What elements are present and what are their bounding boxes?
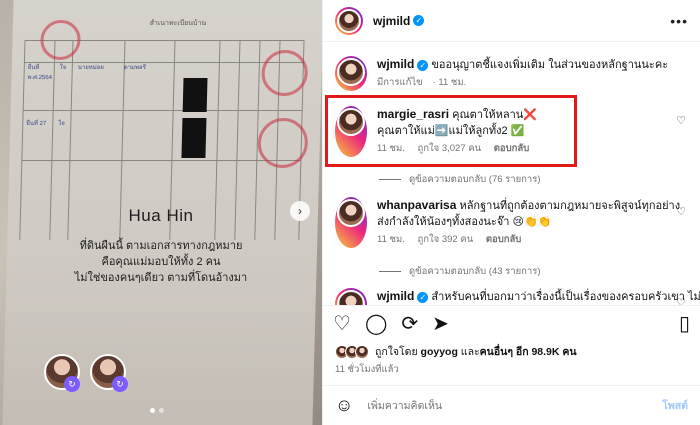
repost-badge-icon: ↻ [64, 376, 80, 392]
view-replies-button[interactable]: ดูข้อความตอบกลับ (43 รายการ) [379, 264, 541, 279]
emoji-icon[interactable]: ☺ [335, 395, 353, 416]
overlay-title: Hua Hin [128, 206, 194, 225]
comment-text: ขออนุญาตชี้แจงเพิ่มเติม ในส่วนของหลักฐาน… [431, 59, 669, 71]
comment-composer: ☺ เพิ่มความคิดเห็น โพสต์ [323, 385, 700, 425]
likes-summary[interactable]: ถูกใจโดย goyyog และ คนอื่นๆ อีก 98.9K คน [335, 343, 688, 360]
more-options-icon[interactable]: ••• [670, 13, 688, 29]
next-slide-button[interactable]: › [290, 201, 310, 221]
heart-icon[interactable]: ♡ [676, 205, 686, 218]
author-username[interactable]: wjmild [373, 14, 410, 28]
commenter-username[interactable]: wjmild [377, 289, 414, 303]
highlight-box [325, 95, 577, 167]
comment-time: 11 ชม. [377, 234, 405, 245]
heart-icon[interactable]: ♡ [676, 114, 686, 127]
verified-badge-icon: ✓ [413, 15, 425, 26]
view-replies-button[interactable]: ดูข้อความตอบกลับ (76 รายการ) [379, 172, 541, 187]
liker-name[interactable]: goyyog [421, 346, 458, 358]
post-button[interactable]: โพสต์ [662, 397, 688, 414]
commenter-avatar[interactable] [335, 197, 367, 248]
handwriting-5: ตามพลรี [123, 65, 146, 71]
comment-item: whanpavarisa หลักฐานที่ถูกต้องตามกฎหมายจ… [335, 197, 688, 248]
bookmark-icon[interactable]: ▯ [679, 314, 690, 334]
comment-text: สำหรับคนที่บอกมาว่าเรื่องนี้เป็นเรื่องขอ… [431, 291, 700, 303]
handwriting-7: ใจ [58, 121, 65, 127]
post-photo[interactable]: สำเนาทะเบียนบ้าน ยื่นที่ พ.ศ.2564 ใจ นาย… [0, 0, 322, 425]
chevron-right-icon: › [298, 204, 302, 218]
verified-badge-icon: ✓ [417, 291, 429, 303]
post-panel: wjmild ✓ ••• wjmild ✓ ขออนุญาตชี้แจงเพิ่ม… [322, 0, 700, 425]
handwriting-4: นายหม่อย [77, 65, 104, 71]
repost-icon[interactable]: ⟳ [401, 314, 418, 334]
carousel-indicator [150, 408, 164, 413]
repost-badge-icon: ↻ [112, 376, 128, 392]
redaction-block [182, 78, 208, 112]
commenter-avatar[interactable] [335, 288, 367, 305]
comment-text-line-1: หลักฐานที่ถูกต้องตามกฎหมายจะพิสูจน์ทุกอย… [459, 200, 681, 212]
handwriting-3: ใจ [59, 65, 67, 71]
comment-time: 11 ชม. [438, 77, 467, 88]
comment-likes[interactable]: ถูกใจ 392 คน [418, 234, 474, 245]
edited-label: มีการแก้ไข [377, 77, 423, 88]
post-actions-bar: ♡ ◯ ⟳ ➤ ▯ [323, 305, 700, 341]
carousel-dot [159, 408, 164, 413]
comment-item: wjmild ✓ สำหรับคนที่บอกมาว่าเรื่องนี้เป็น… [335, 288, 700, 305]
redaction-block [181, 118, 207, 158]
reply-button[interactable]: ตอบกลับ [486, 234, 522, 245]
share-icon[interactable]: ➤ [432, 314, 449, 334]
commenter-avatar[interactable] [335, 56, 367, 91]
likes-middle: และ [460, 346, 480, 358]
post-header: wjmild ✓ ••• [323, 0, 700, 42]
handwriting-2: พ.ศ.2564 [27, 75, 53, 81]
comment-item: wjmild ✓ ขออนุญาตชี้แจงเพิ่มเติม ในส่วนขอ… [335, 56, 688, 91]
handwriting-1: ยื่นที่ [27, 65, 40, 71]
overlay-line-3: ไม่ใช่ของคนๆเดียว ตามที่โดนอ้างมา [74, 272, 248, 284]
carousel-dot [150, 408, 155, 413]
commenter-username[interactable]: wjmild [377, 57, 414, 71]
comment-text-line-2: ส่งกำลังให้น้องๆทั้งสองนะจ๊า 😢👏👏 [377, 216, 552, 228]
liker-avatars [335, 344, 369, 360]
author-avatar[interactable] [335, 6, 363, 35]
comments-list: wjmild ✓ ขออนุญาตชี้แจงเพิ่มเติม ในส่วนขอ… [323, 42, 700, 305]
comment-input[interactable]: เพิ่มความคิดเห็น [367, 397, 662, 414]
post-timestamp: 11 ชั่วโมงที่แล้ว [335, 364, 399, 375]
verified-badge-icon: ✓ [417, 59, 429, 71]
comment-icon[interactable]: ◯ [365, 314, 387, 334]
likes-others[interactable]: คนอื่นๆ อีก 98.9K คน [480, 343, 577, 360]
heart-icon[interactable]: ♡ [333, 314, 351, 334]
handwriting-6: ยื่นที่ 27 [26, 121, 47, 127]
likes-prefix: ถูกใจโดย [375, 346, 418, 358]
heart-icon[interactable]: ♡ [676, 296, 686, 305]
document-title: สำเนาทะเบียนบ้าน [149, 20, 207, 27]
commenter-username[interactable]: whanpavarisa [377, 198, 456, 212]
